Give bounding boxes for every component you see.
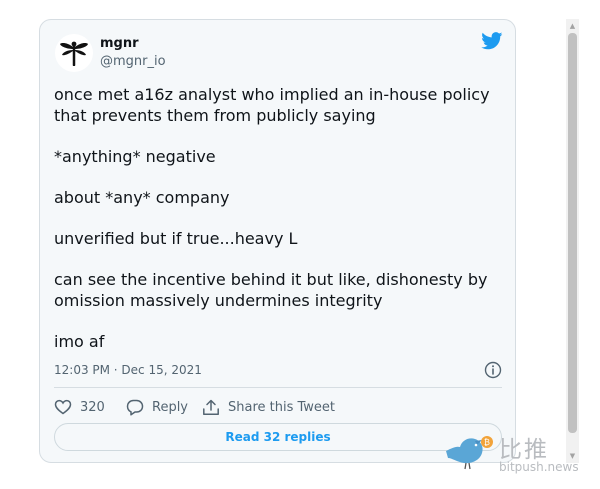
user-handle[interactable]: @mgnr_io — [100, 54, 166, 69]
tweet-paragraph: unverified but if true...heavy L — [54, 229, 298, 248]
tweet-paragraph: *anything* negative — [54, 147, 216, 166]
svg-text:₿: ₿ — [484, 438, 490, 447]
tweet-paragraph: imo af — [54, 332, 105, 351]
user-name[interactable]: mgnr — [100, 36, 139, 51]
tweet-timestamp[interactable]: 12:03 PM · Dec 15, 2021 — [54, 363, 202, 377]
dragonfly-icon — [60, 41, 88, 66]
divider — [54, 387, 502, 388]
info-icon[interactable] — [484, 361, 502, 379]
watermark-url: bitpush.news — [499, 460, 579, 474]
scroll-thumb[interactable] — [568, 33, 577, 433]
reply-label: Reply — [152, 399, 189, 415]
tweet-paragraph: once met a16z analyst who implied an in-… — [54, 85, 490, 125]
watermark-bird-icon: ₿ — [446, 436, 493, 470]
tweet-text: once met a16z analyst who implied an in-… — [54, 84, 494, 372]
like-count: 320 — [80, 399, 105, 415]
scroll-up-arrow-icon[interactable]: ▲ — [566, 19, 579, 33]
share-button[interactable]: Share this Tweet — [202, 397, 335, 417]
watermark-brand: 比推 — [499, 437, 549, 463]
scrollbar[interactable]: ▲ ▼ — [566, 19, 579, 463]
read-replies-button[interactable]: Read 32 replies — [54, 423, 502, 451]
avatar[interactable] — [55, 34, 93, 72]
tweet-card: mgnr @mgnr_io once met a16z analyst who … — [39, 19, 516, 463]
heart-icon — [54, 399, 72, 415]
reply-bubble-icon — [126, 399, 144, 416]
tweet-paragraph: can see the incentive behind it but like… — [54, 270, 488, 310]
share-icon — [203, 399, 219, 415]
share-label: Share this Tweet — [228, 399, 336, 415]
like-button[interactable]: 320 — [54, 397, 105, 417]
twitter-bird-icon[interactable] — [481, 32, 503, 50]
tweet-paragraph: about *any* company — [54, 188, 230, 207]
reply-button[interactable]: Reply — [126, 397, 188, 417]
